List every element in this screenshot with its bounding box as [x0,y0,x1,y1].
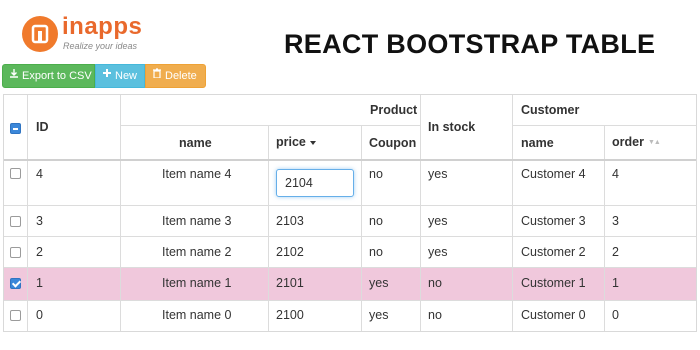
plus-icon [102,64,112,88]
row-checkbox[interactable] [10,247,21,258]
cell-price[interactable]: 2103 [276,214,304,228]
logo-mark-icon [22,16,58,52]
cell-coupon[interactable]: yes [369,308,388,322]
cell-in-stock[interactable]: no [428,276,442,290]
header-coupon[interactable]: Coupon [369,136,416,150]
header-price[interactable]: price [276,135,316,149]
sort-desc-icon [309,140,316,145]
cell-in-stock[interactable]: no [428,308,442,322]
cell-price[interactable]: 2100 [276,308,304,322]
cell-in-stock[interactable]: yes [428,167,447,181]
export-icon [9,64,19,88]
new-label: New [115,70,138,82]
select-all-checkbox[interactable] [10,123,21,134]
header-group-product: Product [370,103,418,117]
row-checkbox[interactable] [10,278,21,289]
cell-customer-name[interactable]: Customer 2 [521,245,586,259]
cell-coupon[interactable]: no [369,214,383,228]
brand-tagline: Realize your ideas [63,41,138,51]
export-csv-label: Export to CSV [22,70,92,82]
export-csv-button[interactable]: Export to CSV [2,64,95,88]
header-in-stock[interactable]: In stock [428,120,475,134]
trash-icon [152,64,162,88]
cell-customer-name[interactable]: Customer 3 [521,214,586,228]
row-checkbox[interactable] [10,216,21,227]
cell-item-name[interactable]: Item name 1 [162,276,231,290]
header-name[interactable]: name [179,136,212,150]
brand-logo: inapps Realize your ideas [22,14,172,54]
cell-order[interactable]: 0 [612,308,619,322]
header-order[interactable]: order ▼▲ [612,135,661,149]
table-toolbar: Export to CSV New Delete [2,64,206,88]
cell-item-name[interactable]: Item name 4 [162,167,231,181]
cell-order[interactable]: 2 [612,245,619,259]
cell-item-name[interactable]: Item name 0 [162,308,231,322]
brand-name: inapps [62,13,143,40]
delete-label: Delete [165,70,197,82]
cell-item-name[interactable]: Item name 3 [162,214,231,228]
row-checkbox[interactable] [10,168,21,179]
data-table: ID Product In stock Customer name price … [3,94,697,332]
header-order-label: order [612,135,644,149]
cell-coupon[interactable]: no [369,245,383,259]
cell-in-stock[interactable]: yes [428,245,447,259]
price-edit-input[interactable] [276,169,354,197]
cell-id[interactable]: 1 [36,276,43,290]
header-group-customer: Customer [521,103,580,117]
header-customer-name[interactable]: name [521,136,554,150]
sort-icon: ▼▲ [647,139,661,147]
cell-coupon[interactable]: no [369,167,383,181]
cell-price[interactable]: 2101 [276,276,304,290]
new-button[interactable]: New [95,64,145,88]
cell-coupon[interactable]: yes [369,276,388,290]
cell-id[interactable]: 2 [36,245,43,259]
cell-in-stock[interactable]: yes [428,214,447,228]
cell-item-name[interactable]: Item name 2 [162,245,231,259]
delete-button[interactable]: Delete [145,64,206,88]
cell-customer-name[interactable]: Customer 4 [521,167,586,181]
cell-customer-name[interactable]: Customer 0 [521,308,586,322]
header-price-label: price [276,135,306,149]
cell-order[interactable]: 3 [612,214,619,228]
cell-id[interactable]: 4 [36,167,43,181]
cell-order[interactable]: 4 [612,167,619,181]
cell-price[interactable]: 2102 [276,245,304,259]
selected-row-highlight [4,268,696,300]
page-title: REACT BOOTSTRAP TABLE [284,29,656,59]
cell-customer-name[interactable]: Customer 1 [521,276,586,290]
cell-order[interactable]: 1 [612,276,619,290]
cell-id[interactable]: 3 [36,214,43,228]
cell-id[interactable]: 0 [36,308,43,322]
row-checkbox[interactable] [10,310,21,321]
header-id[interactable]: ID [36,120,49,134]
